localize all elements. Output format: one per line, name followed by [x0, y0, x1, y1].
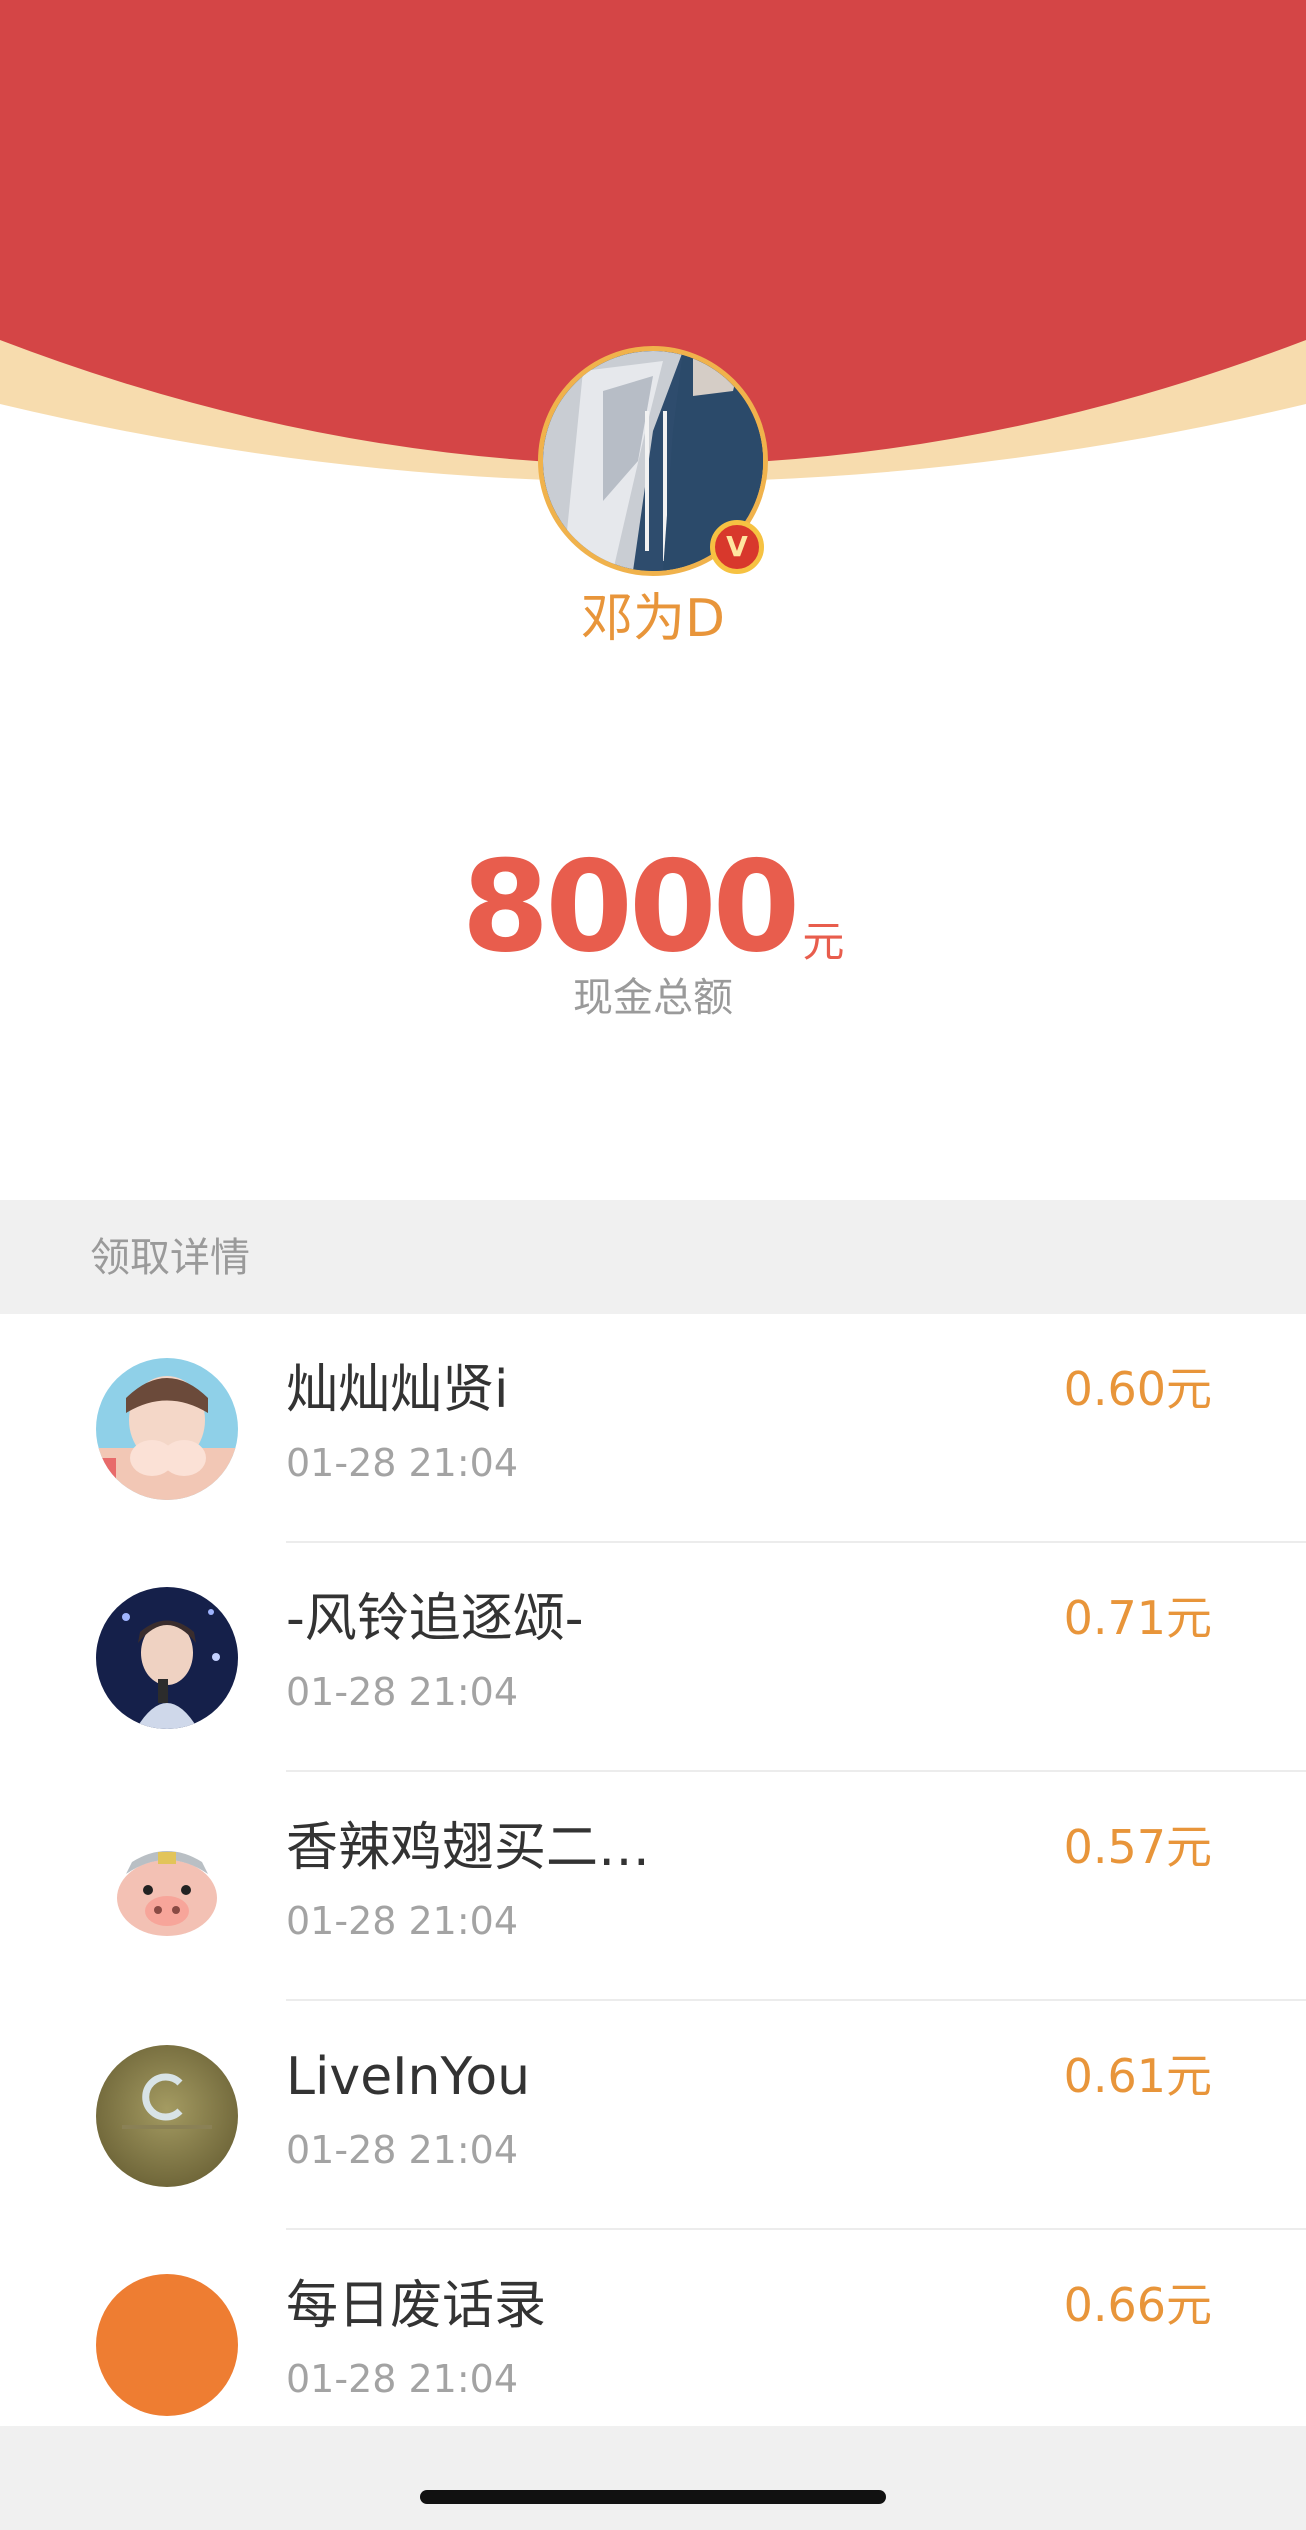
- recipient-name: 灿灿灿贤i: [286, 1360, 509, 1420]
- red-packet-detail-page: V 邓为D 8000元 现金总额 领取详情 灿灿灿贤i 01-28 21:04: [0, 0, 1306, 2530]
- claim-details-header: 领取详情: [0, 1200, 1306, 1314]
- recipient-avatar[interactable]: [96, 1358, 238, 1500]
- verified-badge-icon: V: [710, 520, 764, 574]
- recipient-time: 01-28 21:04: [286, 1670, 519, 1714]
- recipient-amount: 0.60元: [1063, 1362, 1212, 1416]
- sender-name[interactable]: 邓为D: [0, 584, 1306, 654]
- home-indicator[interactable]: [420, 2490, 886, 2504]
- recipient-amount: 0.66元: [1063, 2278, 1212, 2332]
- claim-details-title: 领取详情: [90, 1235, 250, 1281]
- recipient-avatar[interactable]: [96, 1587, 238, 1729]
- recipient-time: 01-28 21:04: [286, 2128, 519, 2172]
- recipient-row[interactable]: 每日废话录 01-28 21:04 0.66元: [0, 2230, 1306, 2459]
- recipient-row[interactable]: 灿灿灿贤i 01-28 21:04 0.60元: [0, 1314, 1306, 1543]
- recipient-name: 香辣鸡翅买二…: [286, 1818, 651, 1878]
- recipient-list: 灿灿灿贤i 01-28 21:04 0.60元 -风铃追逐颂- 01-28 21…: [0, 1314, 1306, 2459]
- bottom-safe-area: [0, 2426, 1306, 2530]
- total-amount-label: 现金总额: [573, 975, 733, 1021]
- recipient-row[interactable]: 香辣鸡翅买二… 01-28 21:04 0.57元: [0, 1772, 1306, 2001]
- recipient-time: 01-28 21:04: [286, 2357, 519, 2401]
- recipient-name: 每日废话录: [286, 2276, 547, 2336]
- recipient-amount: 0.61元: [1063, 2049, 1212, 2103]
- recipient-avatar[interactable]: [96, 2274, 238, 2416]
- recipient-amount: 0.57元: [1063, 1820, 1212, 1874]
- recipient-time: 01-28 21:04: [286, 1441, 519, 1485]
- recipient-row[interactable]: LiveInYou 01-28 21:04 0.61元: [0, 2001, 1306, 2230]
- recipient-name: -风铃追逐颂-: [286, 1589, 584, 1649]
- total-amount-value: 8000: [461, 833, 801, 980]
- recipient-avatar[interactable]: [96, 1816, 238, 1958]
- recipient-name: LiveInYou: [286, 2047, 531, 2107]
- recipient-row[interactable]: -风铃追逐颂- 01-28 21:04 0.71元: [0, 1543, 1306, 1772]
- recipient-time: 01-28 21:04: [286, 1899, 519, 1943]
- total-amount: 8000 元: [0, 832, 1306, 982]
- recipient-avatar[interactable]: [96, 2045, 238, 2187]
- recipient-amount: 0.71元: [1063, 1591, 1212, 1645]
